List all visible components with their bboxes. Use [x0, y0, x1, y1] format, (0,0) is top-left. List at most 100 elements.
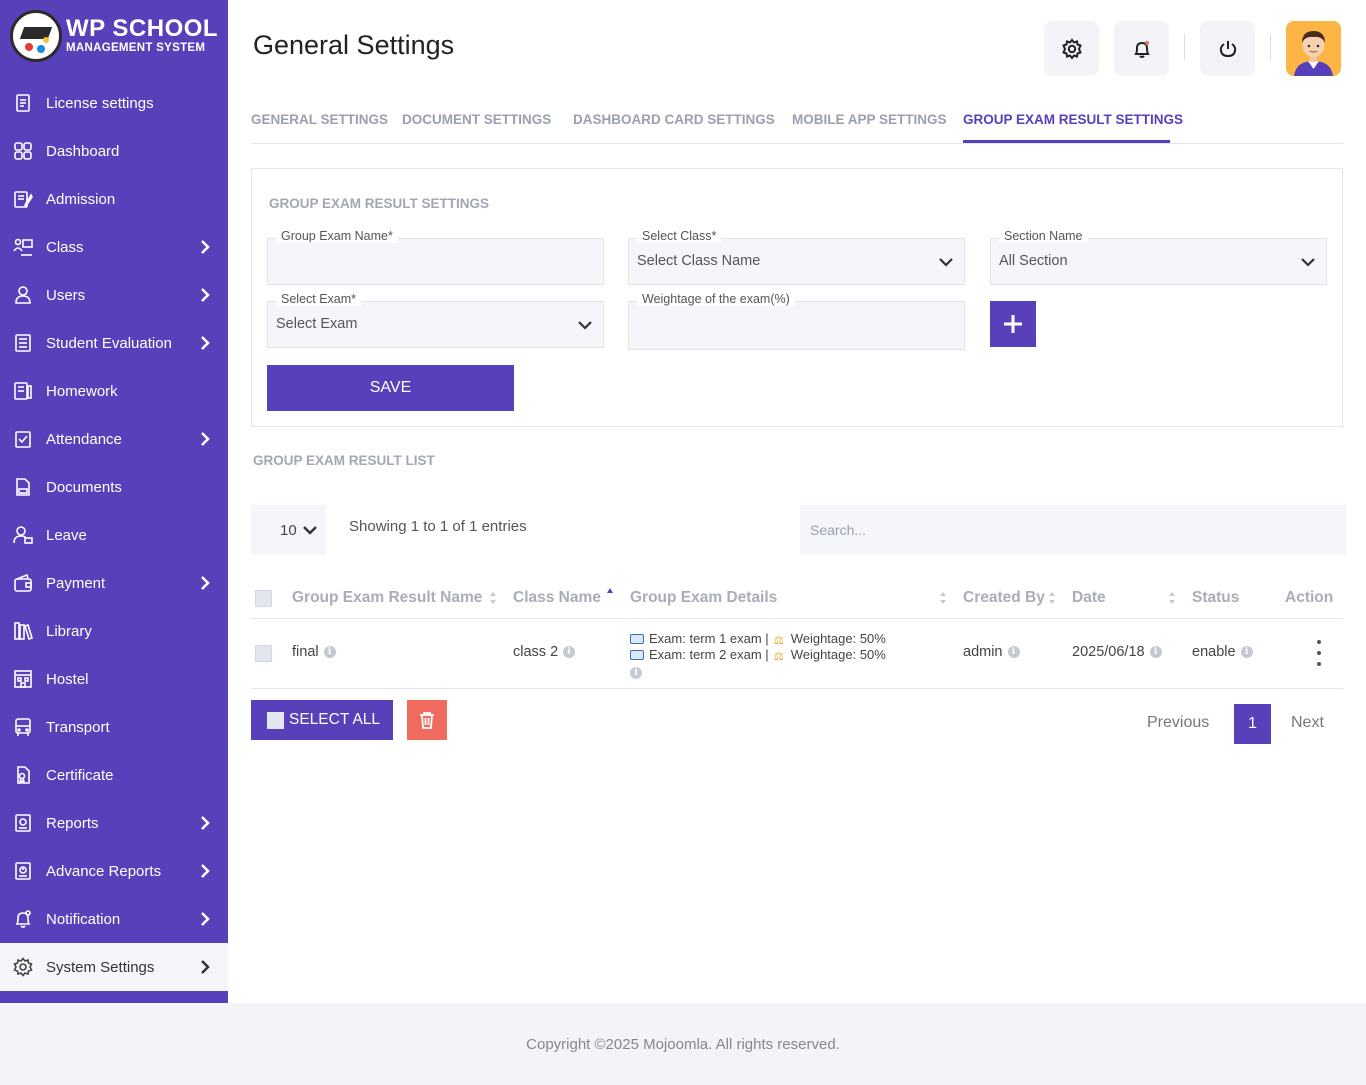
group-exam-name-field[interactable]: Group Exam Name*: [267, 229, 604, 285]
exam-weightage: Weightage: 50%: [790, 631, 886, 646]
entries-info: Showing 1 to 1 of 1 entries: [349, 518, 527, 535]
field-label: Select Exam*: [276, 292, 362, 306]
form-heading: GROUP EXAM RESULT SETTINGS: [269, 196, 490, 211]
tab-document-settings[interactable]: DOCUMENT SETTINGS: [402, 112, 551, 127]
sidebar-item-notification[interactable]: Notification: [0, 895, 228, 943]
sidebar-item-label: Leave: [46, 526, 87, 544]
list-heading: GROUP EXAM RESULT LIST: [253, 453, 435, 468]
info-icon[interactable]: i: [630, 667, 642, 679]
gear-icon: [12, 956, 34, 978]
field-label: Group Exam Name*: [276, 229, 398, 243]
field-label: Weightage of the exam(%): [637, 292, 795, 306]
sidebar-item-hostel[interactable]: Hostel: [0, 655, 228, 703]
scale-icon: ⚖: [773, 635, 784, 647]
notification-button[interactable]: [1114, 21, 1169, 76]
tab-general-settings[interactable]: GENERAL SETTINGS: [251, 112, 388, 127]
column-header-class-name[interactable]: Class Name: [513, 589, 601, 607]
attendance-icon: [12, 428, 34, 450]
page-length-select[interactable]: 10: [251, 505, 326, 555]
sidebar-item-label: Dashboard: [46, 142, 120, 160]
sidebar-item-transport[interactable]: Transport: [0, 703, 228, 751]
brand-logo[interactable]: WP SCHOOL MANAGEMENT SYSTEM: [10, 10, 218, 62]
sort-icon: [939, 590, 947, 606]
sidebar-item-certificate[interactable]: Certificate: [0, 751, 228, 799]
scale-icon: ⚖: [773, 651, 784, 663]
info-icon[interactable]: i: [563, 646, 576, 658]
brand-subtitle: MANAGEMENT SYSTEM: [66, 42, 206, 55]
sidebar-item-class[interactable]: Class: [0, 223, 228, 271]
chevron-right-icon: [200, 912, 210, 926]
sort-icon: [489, 590, 497, 606]
select-all-checkbox[interactable]: [255, 590, 272, 607]
field-value: Select Class Name: [637, 253, 761, 269]
info-icon[interactable]: i: [1240, 646, 1253, 658]
sidebar-item-label: License settings: [46, 94, 154, 112]
column-header-created-by[interactable]: Created By: [963, 589, 1045, 607]
select-all-button[interactable]: SELECT ALL: [251, 700, 393, 740]
book-icon: [630, 634, 644, 644]
column-header-action: Action: [1285, 589, 1334, 606]
sidebar-item-system-settings[interactable]: System Settings: [0, 943, 228, 991]
select-class-dropdown[interactable]: Select Class* Select Class Name: [628, 229, 965, 285]
plus-icon: [1004, 315, 1022, 333]
cell-group-exam-details: Exam: term 1 exam | ⚖ Weightage: 50% Exam:…: [630, 631, 886, 679]
sidebar-item-leave[interactable]: Leave: [0, 511, 228, 559]
column-header-date[interactable]: Date: [1072, 589, 1106, 607]
sidebar-item-reports[interactable]: Reports: [0, 799, 228, 847]
footer: Copyright ©2025 Mojoomla. All rights res…: [0, 1003, 1366, 1085]
sidebar-item-attendance[interactable]: Attendance: [0, 415, 228, 463]
weightage-field[interactable]: Weightage of the exam(%): [628, 292, 965, 350]
logout-button[interactable]: [1200, 21, 1255, 76]
settings-button[interactable]: [1044, 21, 1099, 76]
tab-dashboard-card-settings[interactable]: DASHBOARD CARD SETTINGS: [573, 112, 775, 127]
sidebar-item-advance-reports[interactable]: Advance Reports: [0, 847, 228, 895]
info-icon[interactable]: i: [323, 646, 336, 658]
sidebar-item-payment[interactable]: Payment: [0, 559, 228, 607]
sidebar-item-homework[interactable]: Homework: [0, 367, 228, 415]
column-header-name[interactable]: Group Exam Result Name: [292, 589, 482, 607]
sidebar-item-student-evaluation[interactable]: Student Evaluation: [0, 319, 228, 367]
add-exam-button[interactable]: [990, 301, 1036, 347]
info-icon[interactable]: i: [1007, 646, 1020, 658]
trash-icon: [420, 712, 434, 729]
pagination-next[interactable]: Next: [1291, 714, 1324, 732]
pagination-page-1[interactable]: 1: [1234, 704, 1271, 744]
section-name-dropdown[interactable]: Section Name All Section: [990, 229, 1327, 285]
leave-icon: [12, 524, 34, 546]
info-icon[interactable]: i: [1149, 646, 1162, 658]
column-header-details[interactable]: Group Exam Details: [630, 589, 777, 607]
sidebar-item-documents[interactable]: Documents: [0, 463, 228, 511]
sidebar-item-admission[interactable]: Admission: [0, 175, 228, 223]
hostel-icon: [12, 668, 34, 690]
dashboard-icon: [12, 140, 34, 162]
tab-group-exam-result-settings[interactable]: GROUP EXAM RESULT SETTINGS: [963, 112, 1183, 127]
sidebar-item-users[interactable]: Users: [0, 271, 228, 319]
power-icon: [1219, 40, 1236, 57]
sidebar-item-dashboard[interactable]: Dashboard: [0, 127, 228, 175]
row-checkbox[interactable]: [255, 645, 272, 662]
evaluation-icon: [12, 332, 34, 354]
sort-asc-icon: [606, 586, 614, 602]
column-header-status[interactable]: Status: [1192, 589, 1239, 607]
search-input[interactable]: [800, 505, 1346, 555]
tab-mobile-app-settings[interactable]: MOBILE APP SETTINGS: [792, 112, 947, 127]
bell-icon: [1133, 40, 1150, 58]
sidebar-item-label: Payment: [46, 574, 106, 592]
notification-icon: [12, 908, 34, 930]
exam-name: Exam: term 1 exam |: [649, 631, 769, 646]
avatar[interactable]: [1286, 21, 1341, 76]
save-button[interactable]: SAVE: [267, 365, 514, 411]
advance-report-icon: [12, 860, 34, 882]
delete-selected-button[interactable]: [407, 700, 447, 740]
cell-text: class 2: [513, 644, 559, 660]
wallet-icon: [12, 572, 34, 594]
select-exam-dropdown[interactable]: Select Exam* Select Exam: [267, 292, 604, 348]
cell-text: enable: [1192, 644, 1236, 660]
sidebar-item-label: Library: [46, 622, 92, 640]
admission-icon: [12, 188, 34, 210]
row-action-menu-icon[interactable]: [1311, 640, 1327, 666]
table-row-divider: [251, 688, 1343, 689]
sidebar-item-license-settings[interactable]: License settings: [0, 79, 228, 127]
pagination-previous[interactable]: Previous: [1147, 714, 1209, 732]
sidebar-item-library[interactable]: Library: [0, 607, 228, 655]
